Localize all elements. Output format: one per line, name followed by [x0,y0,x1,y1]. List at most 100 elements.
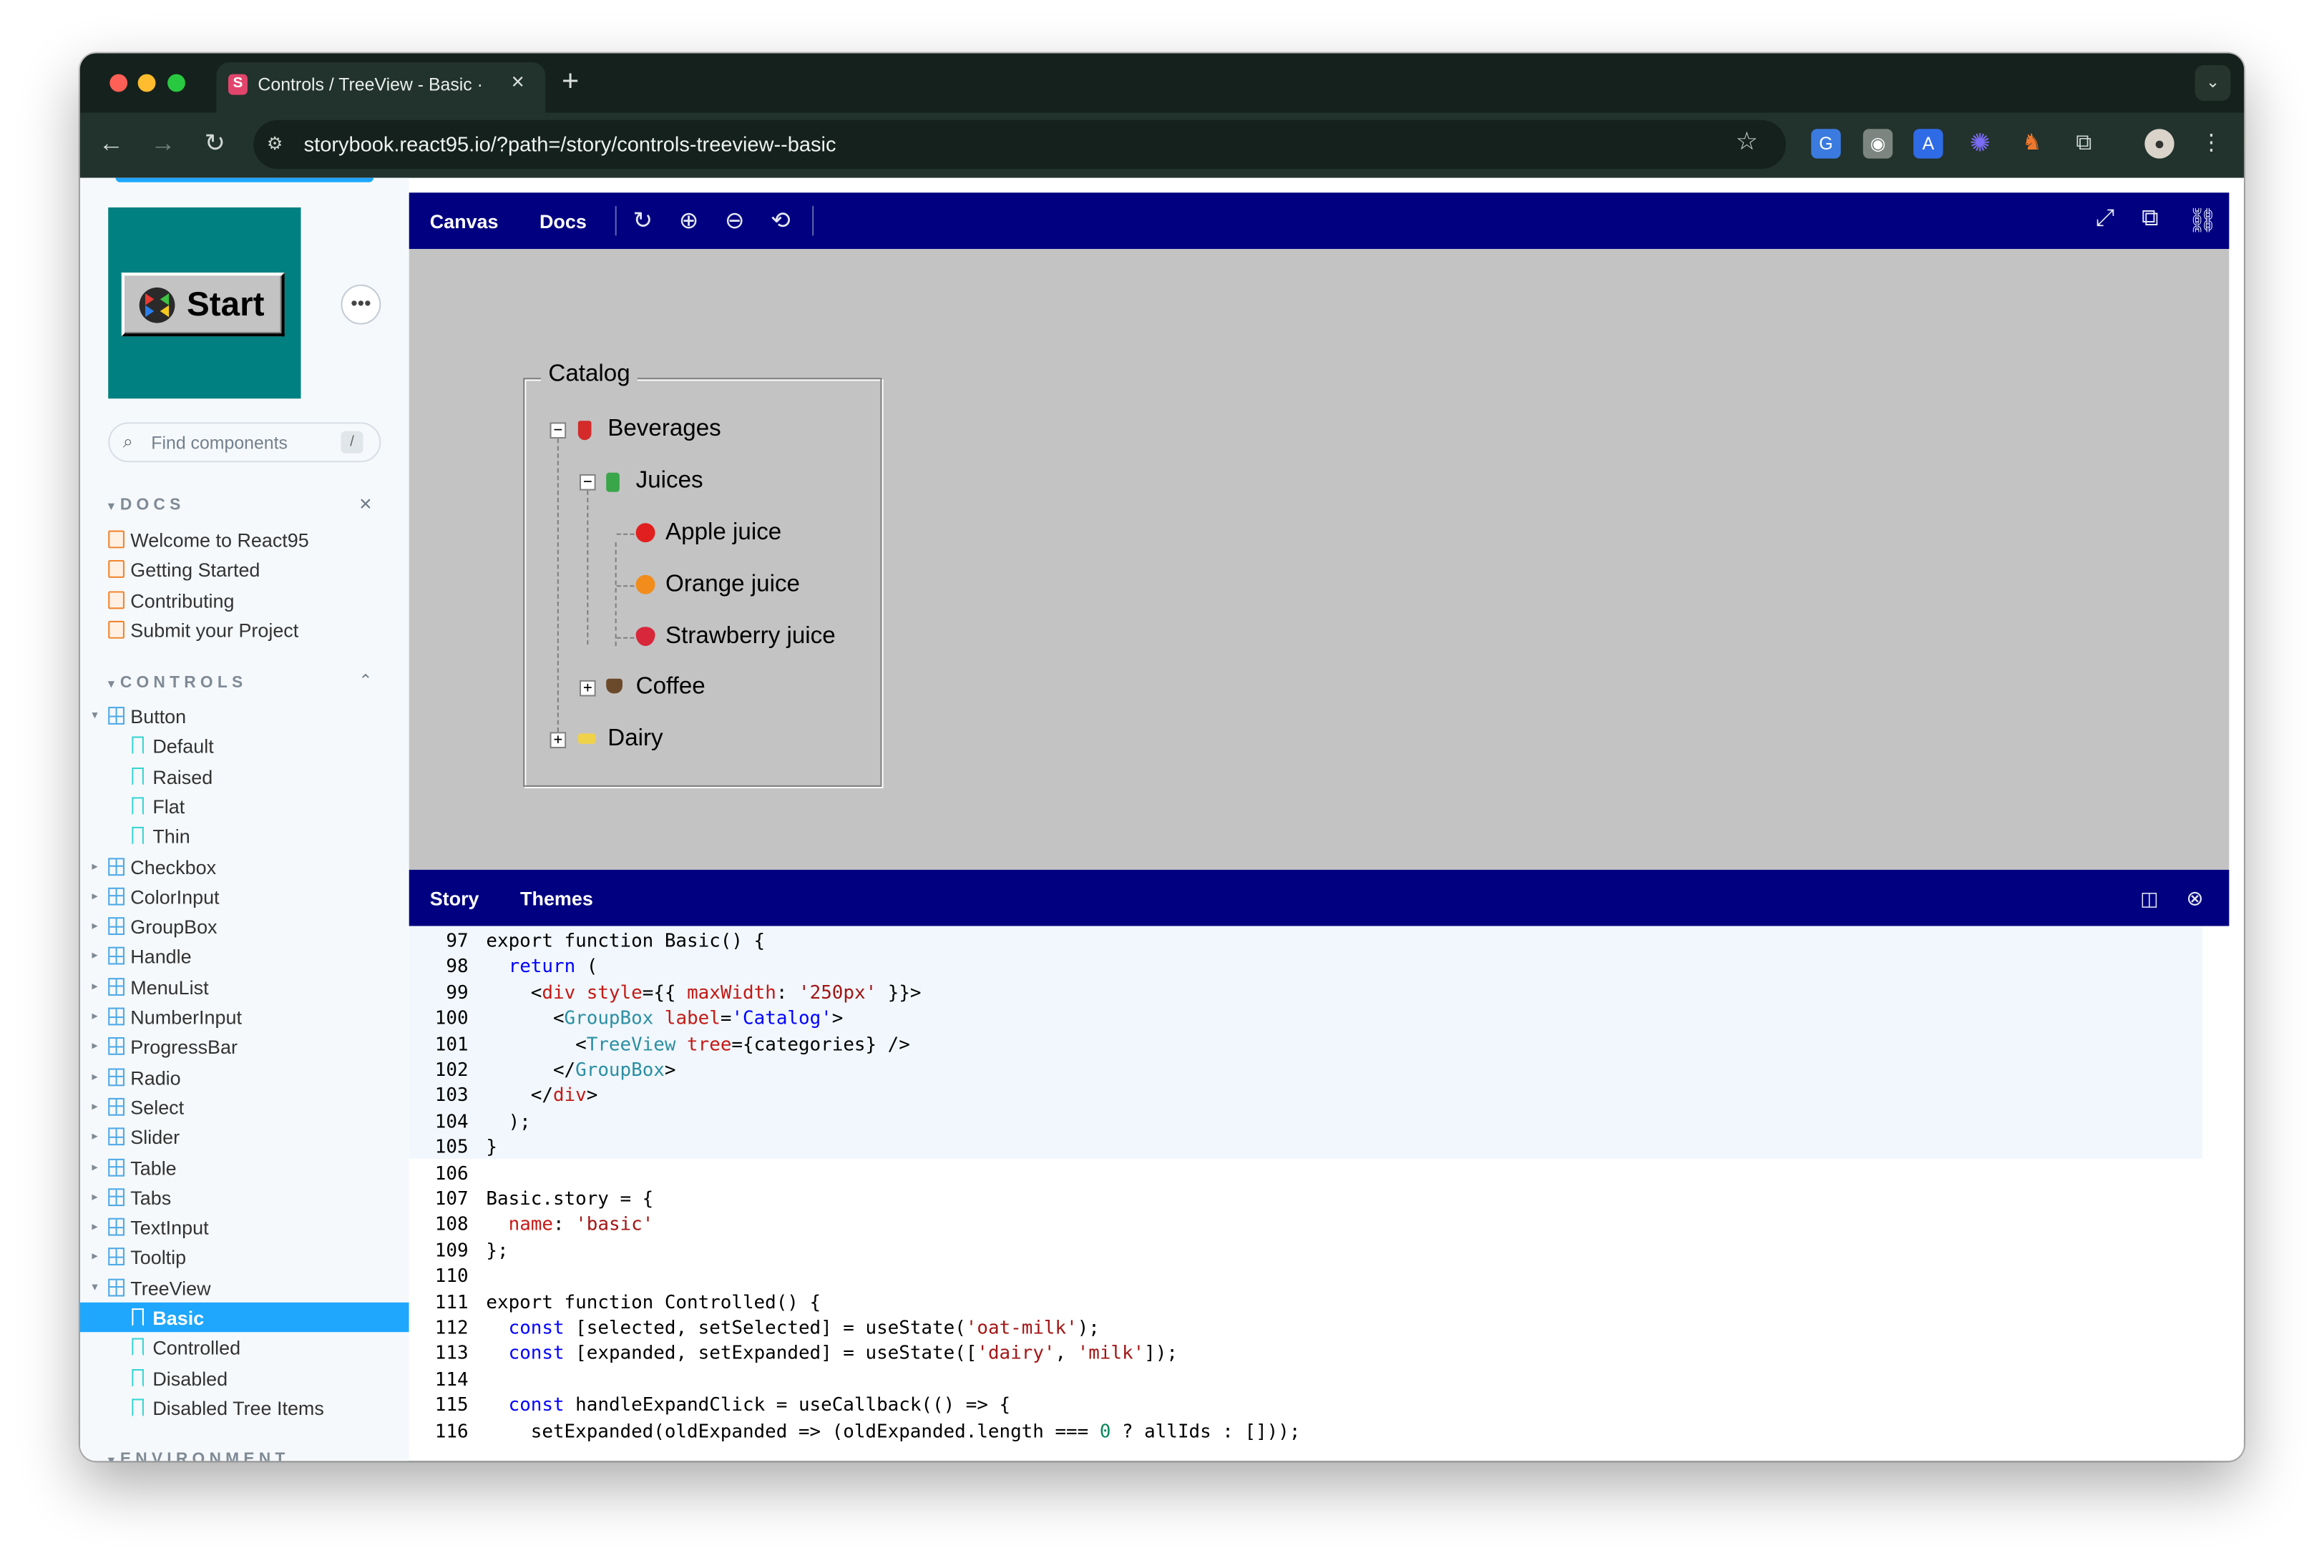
sidebar-component-item[interactable]: ▸ Radio [80,1062,409,1091]
sidebar-item-label: TreeView [130,1276,211,1299]
translate-extension-icon[interactable]: G [1811,129,1841,159]
sidebar-component-item[interactable]: ▸ NumberInput [80,1001,409,1031]
sidebar-component-item[interactable]: ▸ Tooltip [80,1243,409,1272]
tree-node-coffee[interactable]: Coffee [636,674,706,700]
camera-extension-icon[interactable]: ◉ [1862,129,1893,159]
caret-down-icon: ▾ [108,499,114,513]
puzzle-extensions-icon[interactable]: ⧉ [2069,129,2099,158]
sun-extension-icon[interactable]: ✺ [1966,129,1995,158]
tab-search-chevron-icon[interactable]: ⌄ [2194,65,2231,101]
tree-node-beverages[interactable]: Beverages [607,416,721,443]
tab-close-icon[interactable]: × [512,69,524,94]
bookmark-star-icon[interactable]: ☆ [1736,127,1759,157]
copy-link-icon[interactable]: ⛓ [2187,206,2217,235]
tab-themes[interactable]: Themes [520,888,593,910]
fox-extension-icon[interactable]: ♞ [2017,129,2046,158]
open-new-tab-icon[interactable]: ⧉ [2142,206,2159,232]
sidebar-item-label: Basic [152,1306,205,1330]
sidebar-doc-item[interactable]: Submit your Project [80,614,409,644]
sidebar-component-item[interactable]: ▸ Table [80,1152,409,1182]
forward-arrow-icon[interactable]: → [147,129,180,158]
caret-right-icon: ▸ [92,1189,98,1203]
sidebar-doc-item[interactable]: Getting Started [80,554,409,584]
back-arrow-icon[interactable]: ← [95,129,128,158]
windows-logo-icon [139,287,175,323]
expand-dairy-toggle[interactable]: + [550,732,567,749]
tab-title: Controls / TreeView - Basic · [258,74,483,95]
sidebar-story-item[interactable]: Default [80,731,409,760]
sidebar-story-item[interactable]: Controlled [80,1333,409,1362]
new-tab-button[interactable]: + [562,65,579,99]
collapse-juices-toggle[interactable]: − [579,474,596,491]
close-window-button[interactable] [109,74,128,92]
collapse-beverages-toggle[interactable]: − [550,422,567,439]
sidebar-component-item[interactable]: ▸ Tabs [80,1182,409,1212]
search-input[interactable]: ⌕ Find components / [108,422,381,463]
browser-menu-icon[interactable]: ⋮ [2197,129,2226,158]
expand-all-icon[interactable]: ⌃ [358,671,372,690]
sidebar-component-item[interactable]: ▾ TreeView [80,1273,409,1302]
line-number: 105 [434,1135,469,1158]
site-settings-icon[interactable]: ⚙ [267,133,289,155]
sidebar-component-item[interactable]: ▸ Slider [80,1122,409,1151]
sidebar-component-item[interactable]: ▸ ProgressBar [80,1032,409,1061]
code-line: export function Controlled() { [486,1290,821,1313]
more-options-button[interactable]: ••• [341,284,381,325]
tab-canvas[interactable]: Canvas [429,210,499,254]
orange-icon [635,574,655,594]
controls-section-header[interactable]: ▾ CONTROLS [108,674,247,692]
url-text[interactable]: storybook.react95.io/?path=/story/contro… [304,132,836,155]
sidebar-component-item[interactable]: ▸ TextInput [80,1212,409,1242]
caret-right-icon: ▸ [92,918,98,933]
sidebar-doc-item[interactable]: Contributing [80,584,409,614]
tab-story[interactable]: Story [429,888,479,931]
sidebar-doc-item[interactable]: Welcome to React95 [80,524,409,554]
zoom-out-icon[interactable]: ⊖ [725,206,745,235]
reset-zoom-icon[interactable]: ⟲ [771,206,791,235]
sidebar-component-item[interactable]: ▸ Handle [80,941,409,971]
sidebar-component-item[interactable]: ▸ GroupBox [80,911,409,941]
fullscreen-icon[interactable]: ⤢ [2096,206,2115,232]
expand-coffee-toggle[interactable]: + [579,680,596,697]
zoom-window-button[interactable] [167,74,185,92]
tree-node-strawberry-juice[interactable]: Strawberry juice [665,624,836,650]
butter-icon [577,733,596,744]
component-grid-icon [108,1007,125,1026]
sidebar-story-item[interactable]: Disabled Tree Items [80,1393,409,1422]
minimize-window-button[interactable] [137,74,156,92]
sidebar-component-item[interactable]: ▸ Select [80,1092,409,1121]
component-grid-icon [108,1248,125,1266]
caret-right-icon: ▸ [92,949,98,963]
reload-icon[interactable]: ↻ [199,129,232,158]
react95-logo[interactable]: Start [108,207,301,399]
remount-icon[interactable]: ↻ [633,206,653,235]
sidebar-story-item[interactable]: Basic [79,1302,409,1333]
font-extension-icon[interactable]: A [1913,129,1943,159]
panel-orientation-icon[interactable]: ◫ [2140,888,2158,911]
close-panel-icon[interactable]: ⊗ [2186,886,2203,911]
environment-section-header[interactable]: ▾ ENVIRONMENT [108,1451,289,1461]
sidebar-component-item[interactable]: ▸ ColorInput [80,881,409,911]
sidebar-component-item[interactable]: ▸ MenuList [80,971,409,1001]
sidebar-story-item[interactable]: Raised [80,761,409,790]
sidebar-component-item[interactable]: ▸ Checkbox [80,851,409,881]
tree-node-orange-juice[interactable]: Orange juice [665,572,800,599]
browser-tab[interactable]: S Controls / TreeView - Basic · × [216,62,546,113]
sidebar-component-item[interactable]: ▾ Button [80,701,409,730]
zoom-in-icon[interactable]: ⊕ [679,206,699,235]
address-bar[interactable]: ⚙ storybook.react95.io/?path=/story/cont… [253,119,1787,170]
line-number: 97 [446,928,469,951]
tree-guide-line [557,438,559,747]
tree-node-juices[interactable]: Juices [636,469,703,495]
collapse-all-icon[interactable]: ✕ [358,495,372,514]
code-line: const [expanded, setExpanded] = useState… [508,1341,1178,1364]
tab-docs[interactable]: Docs [540,210,587,232]
tree-node-dairy[interactable]: Dairy [607,726,663,753]
sidebar-story-item[interactable]: Disabled [80,1363,409,1392]
tree-node-apple-juice[interactable]: Apple juice [665,520,781,547]
sidebar-story-item[interactable]: Thin [80,821,409,851]
line-number: 104 [434,1109,469,1132]
profile-avatar[interactable]: ● [2144,129,2174,159]
sidebar-story-item[interactable]: Flat [80,791,409,820]
docs-section-header[interactable]: ▾ DOCS [108,496,185,514]
